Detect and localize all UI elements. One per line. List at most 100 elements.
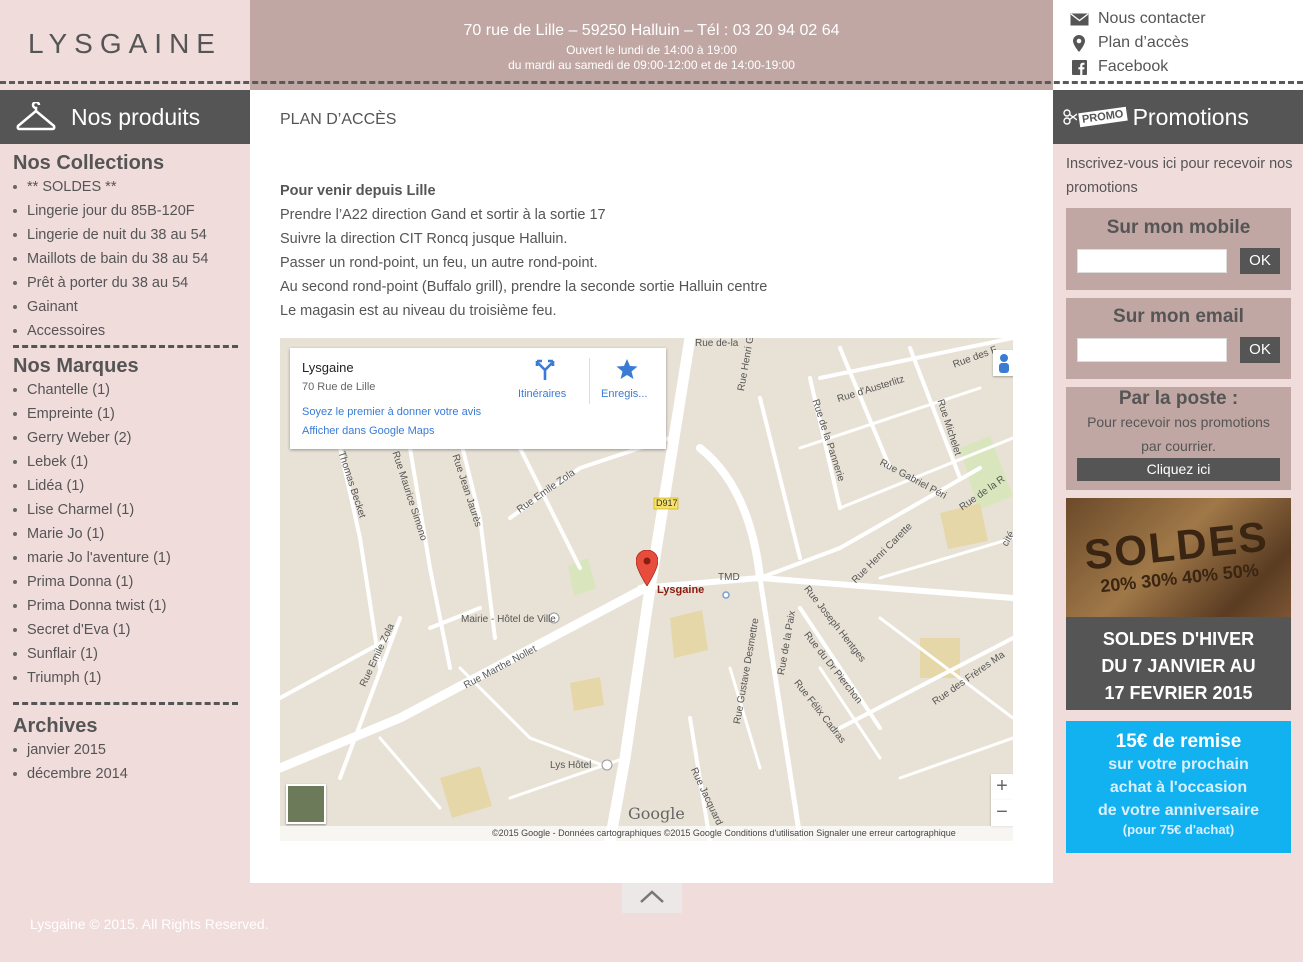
chevron-up-icon xyxy=(640,890,664,903)
brand-item[interactable]: Secret d'Eva (1) xyxy=(13,618,250,642)
directions-heading: Pour venir depuis Lille xyxy=(280,183,436,199)
direction-line: Passer un rond-point, un feu, un autre r… xyxy=(280,255,598,271)
left-divider-2 xyxy=(13,702,238,705)
facebook-icon xyxy=(1069,59,1089,75)
brand-item[interactable]: Lebek (1) xyxy=(13,450,250,474)
save-link[interactable]: Enregis... xyxy=(601,388,647,400)
map-label: Lys Hôtel xyxy=(550,760,592,771)
brand-item[interactable]: Chantelle (1) xyxy=(13,378,250,402)
contact-link-label: Nous contacter xyxy=(1098,10,1206,27)
direction-line: Le magasin est au niveau du troisième fe… xyxy=(280,303,557,319)
street-view-pegman-icon[interactable] xyxy=(993,350,1013,376)
brand-item[interactable]: Prima Donna (1) xyxy=(13,570,250,594)
brand-item[interactable]: Lise Charmel (1) xyxy=(13,498,250,522)
brand-item[interactable]: Prima Donna twist (1) xyxy=(13,594,250,618)
satellite-view-toggle[interactable] xyxy=(286,784,326,824)
access-plan-label: Plan d’accès xyxy=(1098,34,1189,51)
zoom-out-button[interactable]: − xyxy=(991,800,1013,826)
map-label: TMD xyxy=(718,572,740,583)
map-label: Rue de-la xyxy=(695,338,739,349)
directions-text: Pour venir depuis Lille Prendre l’A22 di… xyxy=(280,179,767,323)
collection-item[interactable]: Lingerie de nuit du 38 au 54 xyxy=(13,223,250,247)
opening-hours-week: du mardi au samedi de 09:00-12:00 et de … xyxy=(508,58,795,72)
envelope-icon xyxy=(1069,11,1089,27)
collection-item[interactable]: Gainant xyxy=(13,295,250,319)
brand-item[interactable]: Marie Jo (1) xyxy=(13,522,250,546)
discount-line: achat à l'occasion xyxy=(1109,779,1248,796)
sales-line: DU 7 JANVIER AU xyxy=(1101,656,1256,676)
post-signup-button[interactable]: Cliquez ici xyxy=(1077,458,1280,481)
discount-title: 15€ de remise xyxy=(1115,731,1242,752)
mobile-signup-box: Sur mon mobile OK xyxy=(1066,208,1291,290)
page-title: PLAN D’ACCÈS xyxy=(280,111,397,128)
promo-scissors-icon: PROMO xyxy=(1063,106,1128,128)
brand-item[interactable]: Lidéa (1) xyxy=(13,474,250,498)
brand-item[interactable]: Gerry Weber (2) xyxy=(13,426,250,450)
promotions-intro: Inscrivez-vous ici pour recevoir nos pro… xyxy=(1066,156,1293,196)
winter-sales-banner[interactable]: SOLDES 20% 30% 40% 50% SOLDES D'HIVER DU… xyxy=(1066,498,1291,710)
map-marker-label[interactable]: Lysgaine xyxy=(657,584,704,596)
contact-link[interactable]: Nous contacter xyxy=(1069,10,1206,28)
google-map[interactable]: Rue de-la Rue des F Rue d'Austerlitz Rue… xyxy=(280,338,1013,841)
email-signup-box: Sur mon email OK xyxy=(1066,298,1291,379)
hanger-icon xyxy=(16,102,56,132)
header-info: 70 rue de Lille – 59250 Halluin – Tél : … xyxy=(250,0,1053,90)
map-attribution[interactable]: ©2015 Google - Données cartographiques ©… xyxy=(280,826,1013,841)
site-logo[interactable]: LYSGAINE xyxy=(0,28,250,60)
collection-item[interactable]: Prêt à porter du 38 au 54 xyxy=(13,271,250,295)
logo-area: LYSGAINE xyxy=(0,0,250,90)
collection-item[interactable]: Maillots de bain du 38 au 54 xyxy=(13,247,250,271)
archive-item[interactable]: décembre 2014 xyxy=(13,762,250,786)
zoom-in-button[interactable]: + xyxy=(991,774,1013,800)
mobile-ok-button[interactable]: OK xyxy=(1240,248,1280,274)
direction-line: Prendre l’A22 direction Gand et sortir à… xyxy=(280,207,606,223)
place-card: Lysgaine 70 Rue de Lille Soyez le premie… xyxy=(290,348,666,449)
google-logo: Google xyxy=(628,804,685,823)
collection-item[interactable]: ** SOLDES ** xyxy=(13,175,250,199)
archive-item[interactable]: janvier 2015 xyxy=(13,738,250,762)
mobile-number-input[interactable] xyxy=(1077,249,1227,273)
collections-heading: Nos Collections xyxy=(13,152,165,174)
scroll-to-top-button[interactable] xyxy=(622,883,682,913)
birthday-discount-banner[interactable]: 15€ de remise sur votre prochain achat à… xyxy=(1066,721,1291,853)
header-divider xyxy=(0,81,1303,84)
place-name: Lysgaine xyxy=(302,360,354,375)
brands-heading: Nos Marques xyxy=(13,355,139,377)
discount-line: de votre anniversaire xyxy=(1098,802,1259,819)
discount-note: (pour 75€ d'achat) xyxy=(1122,822,1235,837)
collection-item[interactable]: Accessoires xyxy=(13,319,250,343)
collection-item[interactable]: Lingerie jour du 85B-120F xyxy=(13,199,250,223)
place-address: 70 Rue de Lille xyxy=(302,381,376,393)
brands-list: Chantelle (1) Empreinte (1) Gerry Weber (2… xyxy=(13,378,250,690)
access-plan-link[interactable]: Plan d’accès xyxy=(1069,34,1189,52)
view-in-google-maps-link[interactable]: Afficher dans Google Maps xyxy=(302,425,434,437)
directions-link[interactable]: Itinéraires xyxy=(518,388,566,400)
review-link[interactable]: Soyez le premier à donner votre avis xyxy=(302,406,481,418)
footer-copyright: Lysgaine © 2015. All Rights Reserved. xyxy=(30,916,269,932)
promotions-bar: PROMO Promotions xyxy=(1053,90,1303,144)
direction-line: Au second rond-point (Buffalo grill), pr… xyxy=(280,279,768,295)
left-divider-1 xyxy=(13,345,238,348)
direction-line: Suivre la direction CIT Roncq jusque Hal… xyxy=(280,231,568,247)
brand-item[interactable]: marie Jo l'aventure (1) xyxy=(13,546,250,570)
promotions-title: Promotions xyxy=(1132,103,1249,130)
collections-list: ** SOLDES ** Lingerie jour du 85B-120F Lin… xyxy=(13,175,250,343)
products-title: Nos produits xyxy=(71,103,201,130)
email-input[interactable] xyxy=(1077,338,1227,362)
email-ok-button[interactable]: OK xyxy=(1240,337,1280,363)
discount-line: sur votre prochain xyxy=(1108,756,1249,773)
opening-hours-monday: Ouvert le lundi de 14:00 à 19:00 xyxy=(566,43,737,57)
brand-item[interactable]: Empreinte (1) xyxy=(13,402,250,426)
map-label: Mairie - Hôtel de Ville xyxy=(461,614,556,625)
sales-line: SOLDES D'HIVER xyxy=(1102,629,1255,649)
products-bar: Nos produits xyxy=(0,90,250,144)
facebook-link[interactable]: Facebook xyxy=(1069,58,1168,76)
email-signup-title: Sur mon email xyxy=(1113,306,1244,327)
sales-wood-image: SOLDES 20% 30% 40% 50% xyxy=(1066,498,1291,617)
brand-item[interactable]: Triumph (1) xyxy=(13,666,250,690)
sales-dates-text: SOLDES D'HIVER DU 7 JANVIER AU 17 FEVRIE… xyxy=(1066,626,1291,707)
post-signup-box: Par la poste : Pour recevoir nos promoti… xyxy=(1066,387,1291,490)
map-road-badge: D917 xyxy=(656,498,678,508)
facebook-link-label: Facebook xyxy=(1098,58,1169,75)
brand-item[interactable]: Sunflair (1) xyxy=(13,642,250,666)
